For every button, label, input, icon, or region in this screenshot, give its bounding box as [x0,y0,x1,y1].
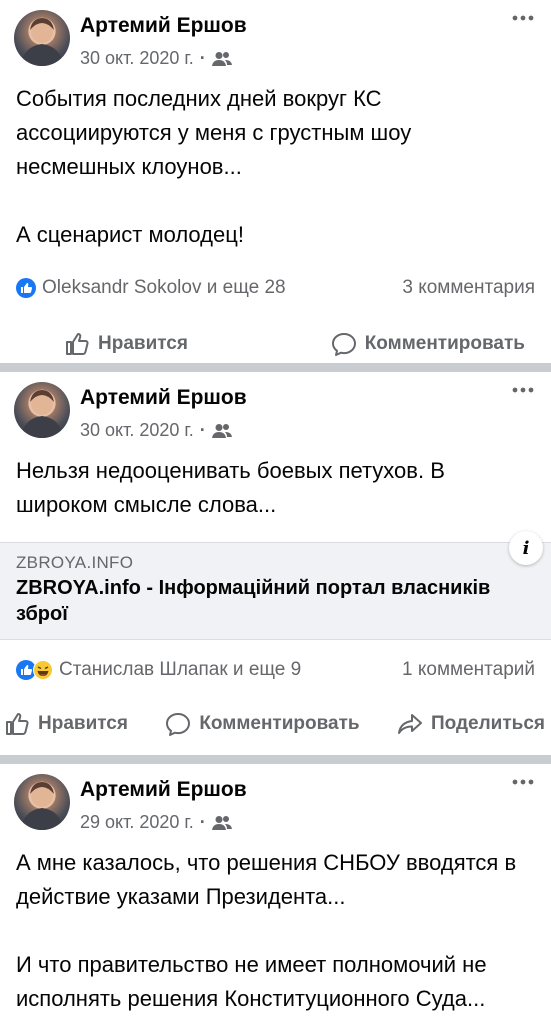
share-label: Поделиться [430,713,545,734]
comments-count[interactable]: 3 комментария [402,277,535,299]
post-paragraph: И что правительство не имеет полномочий … [16,952,487,1011]
comment-bubble-icon [166,713,191,736]
reactions-text: Станислав Шлапак и еще 9 [59,659,302,680]
post-paragraph: Нельзя недооценивать боевых петухов. В ш… [16,458,445,517]
friends-icon [211,815,232,830]
separator-dot: · [199,812,206,832]
more-horizontal-icon[interactable] [511,776,535,788]
actions-row: Нравится Комментировать [0,316,551,372]
share-button[interactable]: Поделиться [397,711,545,737]
like-label: Нравится [38,713,128,734]
more-horizontal-icon[interactable] [511,384,535,396]
post-date[interactable]: 29 окт. 2020 г. [80,812,194,833]
post-date[interactable]: 30 окт. 2020 г. [80,420,194,441]
post-paragraph: А мне казалось, что решения СНБОУ вводят… [16,850,517,909]
link-preview-card[interactable]: i ZBROYA.INFO ZBROYA.info - Інформаційни… [0,531,551,640]
comment-button[interactable]: Комментировать [165,711,360,737]
share-arrow-icon [397,714,422,734]
post-text: События последних дней вокруг КС ассоции… [0,74,551,252]
post-header: Артемий Ершов 29 окт. 2020 г. · [0,764,551,838]
post-header: Артемий Ершов 30 окт. 2020 г. · [0,372,551,446]
like-button[interactable]: Нравится [64,331,188,357]
post-text: Нельзя недооценивать боевых петухов. В ш… [0,446,551,522]
like-reaction-icon [16,278,36,298]
avatar[interactable] [14,10,70,66]
like-button[interactable]: Нравится [4,711,128,737]
avatar[interactable] [14,774,70,830]
link-domain: ZBROYA.INFO [16,553,134,572]
author-name[interactable]: Артемий Ершов [80,386,247,410]
info-icon[interactable]: i [509,531,543,565]
post-text: А мне казалось, что решения СНБОУ вводят… [0,838,551,1016]
post-paragraph: А сценарист молодец! [16,222,244,247]
post-meta: 30 окт. 2020 г. · [80,48,232,69]
reactions-row: Станислав Шлапак и еще 9 1 комментарий [0,650,551,690]
comment-label: Комментировать [364,333,525,354]
comment-bubble-icon [331,333,356,356]
thumbs-up-icon [6,713,29,735]
post-meta: 29 окт. 2020 г. · [80,812,232,833]
post-date[interactable]: 30 окт. 2020 г. [80,48,194,69]
comment-label: Комментировать [199,713,360,734]
reaction-icons [16,660,53,680]
comment-button[interactable]: Комментировать [331,331,525,357]
more-horizontal-icon[interactable] [511,12,535,24]
thumbs-up-icon [66,333,89,355]
post: Артемий Ершов 30 окт. 2020 г. · Нельзя н… [0,372,551,755]
link-title: ZBROYA.info - Інформаційний портал власн… [16,577,491,625]
author-name[interactable]: Артемий Ершов [80,14,247,38]
like-label: Нравится [98,333,188,354]
haha-reaction-icon [33,660,53,680]
author-name[interactable]: Артемий Ершов [80,778,247,802]
reactions-text: Oleksandr Sokolov и еще 28 [42,277,286,298]
reactions-summary[interactable]: Станислав Шлапак и еще 9 [16,659,301,681]
post-paragraph: События последних дней вокруг КС ассоции… [16,86,412,179]
actions-row: Нравится Комментировать Поделиться [0,696,551,752]
post-separator [0,755,551,764]
separator-dot: · [199,420,206,440]
reactions-row: Oleksandr Sokolov и еще 28 3 комментария [0,268,551,308]
post: Артемий Ершов 29 окт. 2020 г. · А мне ка… [0,764,551,1024]
post-header: Артемий Ершов 30 окт. 2020 г. · [0,0,551,74]
separator-dot: · [199,48,206,68]
comments-count[interactable]: 1 комментарий [402,659,535,681]
post-meta: 30 окт. 2020 г. · [80,420,232,441]
reactions-summary[interactable]: Oleksandr Sokolov и еще 28 [16,277,286,299]
post: Артемий Ершов 30 окт. 2020 г. · События … [0,0,551,363]
friends-icon [211,423,232,438]
avatar[interactable] [14,382,70,438]
friends-icon [211,51,232,66]
